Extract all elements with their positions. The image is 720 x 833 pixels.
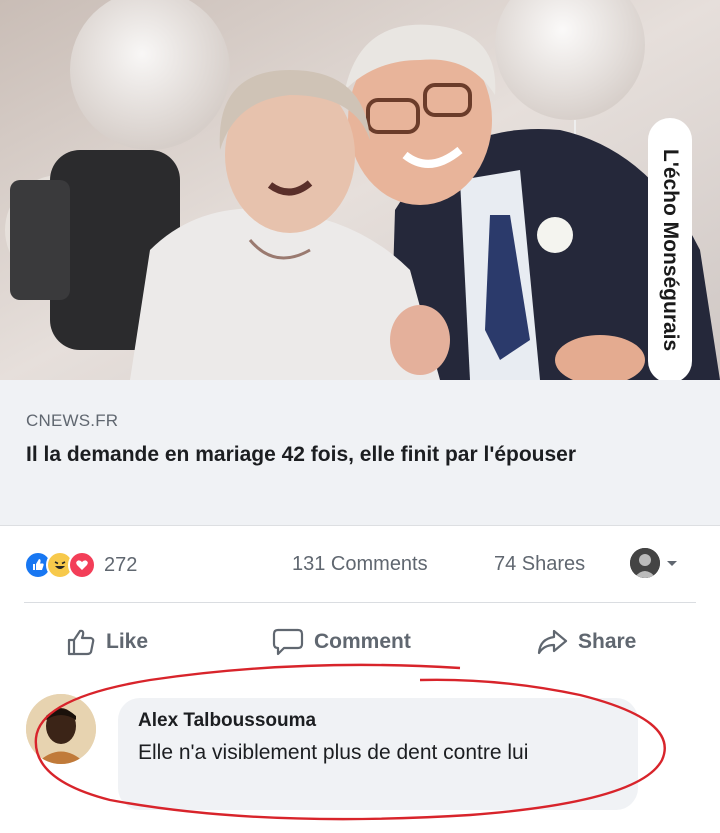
highlight-ellipse <box>34 663 666 821</box>
shares-count-link[interactable]: 74 Shares <box>494 553 585 576</box>
divider <box>24 602 696 603</box>
share-label: Share <box>578 630 637 653</box>
reaction-count: 272 <box>104 553 138 576</box>
post-photo[interactable]: L'écho Monségurais <box>0 0 720 380</box>
share-button[interactable]: Share <box>536 620 636 664</box>
viewer-selector[interactable] <box>630 548 680 578</box>
thumbs-up-icon <box>67 629 95 656</box>
viewer-avatar <box>630 548 660 578</box>
comment-button[interactable]: Comment <box>272 620 411 664</box>
link-title[interactable]: Il la demande en mariage 42 fois, elle f… <box>26 440 646 470</box>
comments-count-link[interactable]: 131 Comments <box>292 553 428 576</box>
share-arrow-icon <box>537 629 568 655</box>
like-label: Like <box>106 630 149 653</box>
couple-photo-image <box>0 0 720 380</box>
watermark-label: L'écho Monségurais <box>648 118 692 380</box>
reactions-summary[interactable]: 272 <box>24 551 137 579</box>
watermark-text: L'écho Monségurais <box>659 149 682 352</box>
comment-label: Comment <box>314 630 411 653</box>
chevron-down-icon <box>667 561 677 566</box>
speech-bubble-icon <box>272 628 304 656</box>
love-reaction-icon <box>68 551 96 579</box>
link-source: CNEWS.FR <box>26 411 119 430</box>
like-button[interactable]: Like <box>66 620 148 664</box>
